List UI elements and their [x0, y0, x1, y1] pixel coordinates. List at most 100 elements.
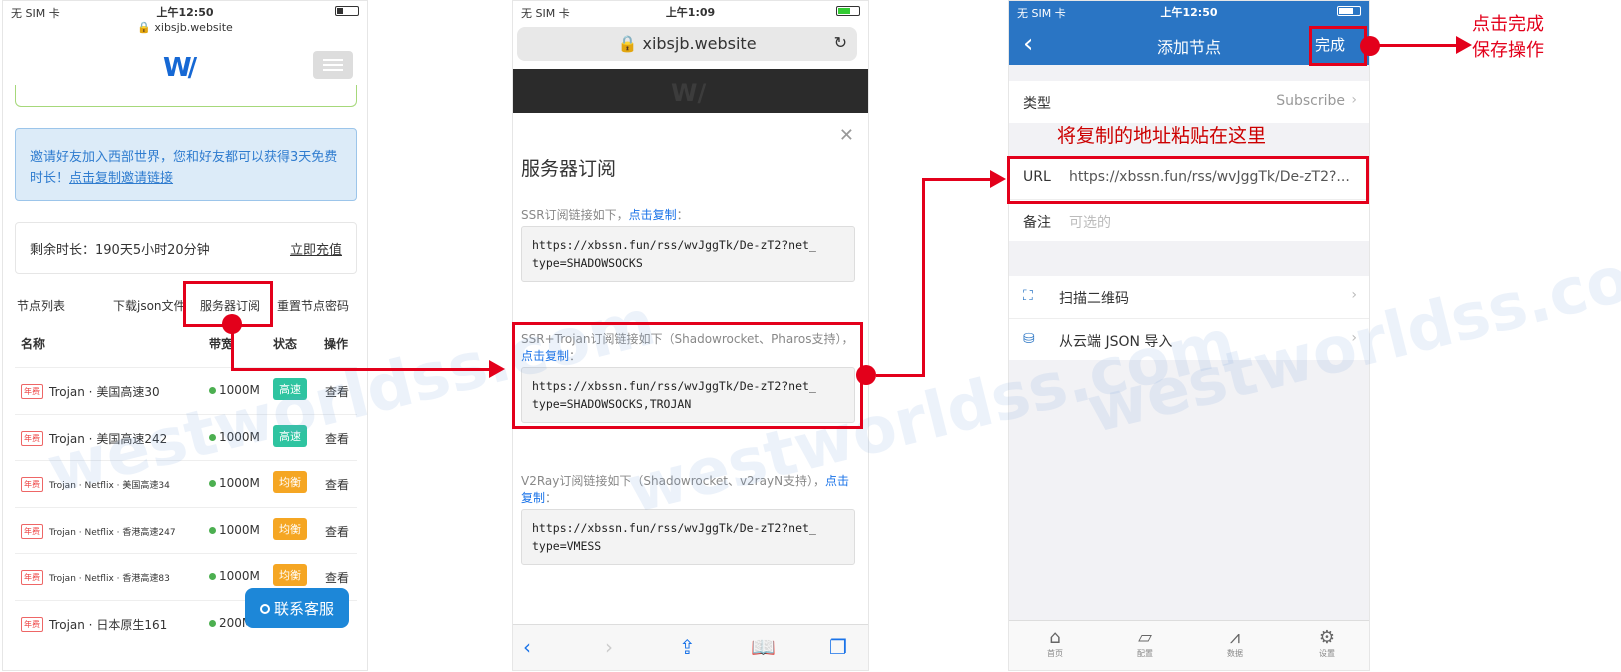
status-badge: 均衡 [273, 517, 307, 540]
v2ray-desc-colon: ： [545, 491, 558, 505]
site-logo[interactable]: W/ [163, 53, 197, 83]
view-link[interactable]: 查看 [325, 476, 349, 493]
status-badge: 均衡 [273, 564, 307, 586]
chevron-right-icon: › [1351, 92, 1357, 108]
remark-row[interactable]: 备注 可选的 [1009, 199, 1369, 241]
node-bandwidth: 1000M [209, 383, 260, 397]
v2ray-desc-text: V2Ray订阅链接如下（Shadowrocket、v2rayN支持）， [521, 474, 826, 488]
battery-icon [836, 6, 860, 16]
battery-icon [1337, 6, 1361, 16]
type-row[interactable]: 类型 Subscribe › [1009, 81, 1369, 123]
table-row[interactable]: 年费 Trojan · Netflix · 香港高速247 1000M 均衡 查看 [15, 506, 357, 553]
ssr-link-box[interactable]: https://xbssn.fun/rss/wvJggTk/De-zT2?net… [521, 226, 855, 282]
node-bandwidth: 1000M [209, 523, 260, 537]
status-bar: 无 SIM 卡 上午12:50 [3, 1, 367, 21]
tab-reset-password[interactable]: 重置节点密码 [277, 297, 349, 314]
node-name: Trojan · 美国高速30 [49, 385, 160, 399]
forward-icon[interactable]: › [605, 635, 613, 659]
header-bandwidth: 带宽 [209, 337, 234, 351]
connector-line [1378, 44, 1458, 47]
annotation-line-2: 保存操作 [1472, 40, 1544, 61]
connector-line [231, 330, 234, 370]
view-link[interactable]: 查看 [325, 569, 349, 586]
chat-icon [259, 604, 270, 614]
url-text: xibsjb.website [642, 34, 757, 53]
view-link[interactable]: 查看 [325, 430, 349, 447]
folder-icon: ▱ [1138, 627, 1152, 648]
v2ray-link-box[interactable]: https://xbssn.fun/rss/wvJggTk/De-zT2?net… [521, 509, 855, 565]
menu-button[interactable] [313, 51, 353, 79]
highlight-trojan-link [512, 322, 863, 429]
scan-label: 扫描二维码 [1059, 291, 1129, 307]
header-name: 名称 [21, 337, 46, 351]
close-icon[interactable]: ✕ [839, 125, 854, 146]
import-json-row[interactable]: ⛁ 从云端 JSON 导入 › [1009, 318, 1369, 360]
tab-home[interactable]: ⌂ 首页 [1035, 627, 1075, 659]
ssr-desc-text: SSR订阅链接如下， [521, 208, 629, 222]
reload-icon[interactable]: ↻ [834, 33, 847, 52]
pulse-icon: ⩘ [1229, 627, 1241, 648]
tab-node-list[interactable]: 节点列表 [17, 297, 65, 314]
done-annotation: 点击完成 保存操作 [1472, 12, 1544, 64]
header-action: 操作 [324, 337, 349, 351]
ssr-desc-colon: ： [676, 208, 689, 222]
invite-link[interactable]: 点击复制邀请链接 [69, 171, 173, 186]
remaining-time-card: 剩余时长：190天5小时20分钟 立即充值 [15, 222, 357, 274]
marker-dot [1360, 36, 1380, 56]
plan-tag: 年费 [21, 523, 43, 539]
plan-tag: 年费 [21, 570, 43, 585]
type-label: 类型 [1023, 96, 1051, 112]
tab-download-json[interactable]: 下载json文件 [113, 297, 186, 314]
node-bandwidth: 1000M [209, 569, 260, 583]
back-icon[interactable]: ‹ [523, 635, 531, 659]
plan-tag: 年费 [21, 616, 43, 632]
view-link[interactable]: 查看 [325, 383, 349, 400]
status-badge: 高速 [273, 424, 307, 447]
node-bandwidth: 1000M [209, 430, 260, 444]
tab-settings-label: 设置 [1319, 649, 1335, 658]
bookmarks-icon[interactable]: 📖 [751, 635, 776, 659]
tabs-icon[interactable]: ❐ [829, 635, 847, 659]
invite-banner: 邀请好友加入西部世界，您和好友都可以获得3天免费时长！点击复制邀请链接 [15, 128, 357, 201]
tab-home-label: 首页 [1047, 649, 1063, 658]
arrow-head [1456, 36, 1472, 54]
ssr-description: SSR订阅链接如下，点击复制： [521, 207, 857, 224]
tab-config[interactable]: ▱ 配置 [1125, 627, 1165, 659]
remaining-label: 剩余时长：190天5小时20分钟 [30, 243, 210, 258]
import-label: 从云端 JSON 导入 [1059, 334, 1173, 350]
table-row[interactable]: 年费 Trojan · 美国高速30 1000M 高速 查看 [15, 367, 357, 413]
remark-label: 备注 [1023, 215, 1051, 231]
customer-service-button[interactable]: 联系客服 [245, 588, 349, 628]
tab-data[interactable]: ⩘ 数据 [1215, 627, 1255, 659]
site-logo: W/ [671, 79, 707, 107]
node-name: Trojan · 美国高速242 [49, 431, 168, 446]
remark-field[interactable]: 可选的 [1069, 212, 1111, 232]
table-row[interactable]: 年费 Trojan · 美国高速242 1000M 高速 查看 [15, 413, 357, 460]
scan-qr-row[interactable]: ⛶ 扫描二维码 › [1009, 276, 1369, 318]
phone-add-node: 无 SIM 卡 上午12:50 ‹ 添加节点 完成 类型 Subscribe ›… [1008, 0, 1370, 671]
status-badge: 均衡 [273, 471, 307, 493]
address-bar[interactable]: 🔒 xibsjb.website ↻ [517, 27, 857, 61]
modal-title: 服务器订阅 [521, 158, 617, 180]
ssr-copy-link[interactable]: 点击复制 [629, 208, 677, 222]
clock: 上午12:50 [1160, 6, 1218, 19]
node-bandwidth: 1000M [209, 476, 260, 490]
address-bar[interactable]: 🔒 xibsjb.website [3, 21, 367, 34]
recharge-link[interactable]: 立即充值 [290, 239, 342, 258]
share-icon[interactable]: ⇪ [679, 635, 696, 659]
view-link[interactable]: 查看 [325, 523, 349, 540]
annotation-line-1: 点击完成 [1472, 14, 1544, 35]
header-status: 状态 [273, 337, 298, 351]
table-row[interactable]: 年费 Trojan · Netflix · 美国高速34 1000M 均衡 查看 [15, 460, 357, 506]
paste-hint: 将复制的地址粘贴在这里 [1057, 125, 1267, 147]
status-badge: 高速 [273, 378, 307, 400]
type-value: Subscribe [1276, 93, 1345, 109]
connector-line [922, 178, 992, 181]
qr-scan-icon: ⛶ [1023, 288, 1033, 304]
gear-icon: ⚙ [1318, 627, 1336, 648]
node-name: Trojan · 日本原生161 [49, 617, 168, 632]
tab-settings[interactable]: ⚙ 设置 [1307, 627, 1347, 659]
highlight-url-row [1007, 156, 1369, 204]
status-bar: 无 SIM 卡 上午1:09 [513, 1, 868, 21]
phone-dashboard: 无 SIM 卡 上午12:50 🔒 xibsjb.website W/ 邀请好友… [2, 0, 368, 671]
